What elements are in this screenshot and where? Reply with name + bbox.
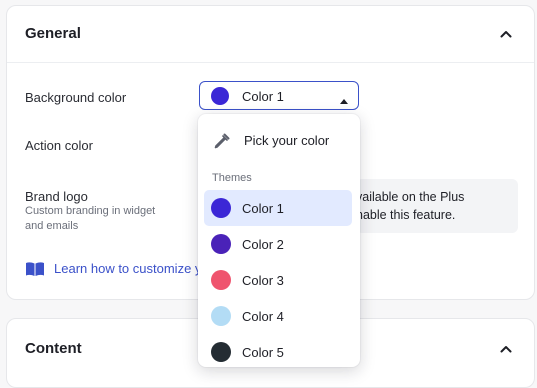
- selected-color-swatch: [211, 87, 229, 105]
- color-swatch: [211, 306, 231, 326]
- learn-customize-text: Learn how to customize y: [54, 261, 202, 276]
- color-option-label: Color 5: [242, 345, 284, 360]
- chevron-up-icon[interactable]: [498, 341, 514, 357]
- color-option-label: Color 3: [242, 273, 284, 288]
- content-section-title: Content: [25, 340, 82, 357]
- caret-up-icon: [339, 92, 349, 104]
- background-color-label: Background color: [25, 90, 127, 105]
- color-swatch: [211, 270, 231, 290]
- general-section-header[interactable]: General: [7, 6, 534, 63]
- pick-your-color-option[interactable]: Pick your color: [198, 124, 360, 158]
- color-option-1[interactable]: Color 1: [204, 190, 352, 226]
- color-option-label: Color 4: [242, 309, 284, 324]
- action-color-label: Action color: [25, 138, 93, 153]
- eyedropper-icon: [213, 132, 231, 150]
- color-dropdown-menu: Pick your color Themes Color 1 Color 2 C…: [198, 114, 360, 367]
- chevron-up-icon[interactable]: [498, 26, 514, 42]
- pick-your-color-label: Pick your color: [244, 133, 330, 148]
- brand-logo-label: Brand logo: [25, 189, 88, 204]
- color-swatch: [211, 198, 231, 218]
- book-icon: [25, 261, 45, 277]
- color-option-3[interactable]: Color 3: [204, 262, 352, 298]
- upsell-line-2: nable this feature.: [356, 208, 456, 222]
- color-swatch: [211, 342, 231, 362]
- upsell-line-1: vailable on the Plus: [356, 190, 465, 204]
- selected-color-label: Color 1: [242, 89, 284, 104]
- themes-heading: Themes: [212, 172, 252, 184]
- background-color-select[interactable]: Color 1: [199, 81, 359, 110]
- color-swatch: [211, 234, 231, 254]
- color-option-4[interactable]: Color 4: [204, 298, 352, 334]
- color-option-label: Color 2: [242, 237, 284, 252]
- color-option-label: Color 1: [242, 201, 284, 216]
- color-option-5[interactable]: Color 5: [204, 334, 352, 367]
- brand-logo-sublabel: Custom branding in widget and emails: [25, 205, 156, 232]
- general-section-title: General: [25, 25, 81, 42]
- learn-customize-link[interactable]: Learn how to customize y: [25, 260, 203, 278]
- color-option-2[interactable]: Color 2: [204, 226, 352, 262]
- upsell-notice: vailable on the Plus nable this feature.: [356, 179, 518, 233]
